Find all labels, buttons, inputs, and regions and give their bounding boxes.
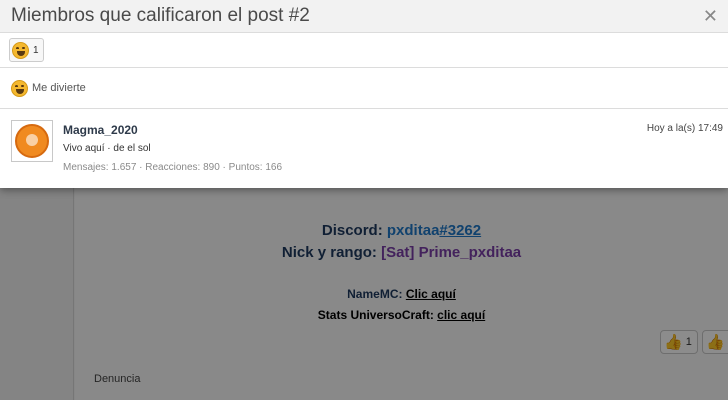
- modal-title: Miembros que calificaron el post #2: [11, 5, 310, 26]
- reaction-label: Me divierte: [32, 82, 86, 94]
- reactions-modal: Miembros que calificaron el post #2 ✕ 1 …: [0, 0, 728, 188]
- member-stats: Mensajes: 1.657 · Reacciones: 890 · Punt…: [63, 162, 283, 173]
- modal-header: Miembros que calificaron el post #2 ✕: [0, 0, 728, 33]
- laughing-emoji-icon: [12, 41, 29, 59]
- close-icon[interactable]: ✕: [703, 6, 718, 27]
- laughing-emoji-icon: [11, 79, 28, 97]
- reaction-time: Hoy a la(s) 17:49: [646, 123, 723, 134]
- reaction-count: 1: [33, 44, 39, 56]
- reaction-tabs: 1: [0, 33, 728, 68]
- member-name[interactable]: Magma_2020: [63, 123, 282, 137]
- member-row: Magma_2020 Vivo aquí · de el sol Mensaje…: [0, 109, 728, 185]
- member-info: Magma_2020 Vivo aquí · de el sol Mensaje…: [63, 120, 282, 174]
- tab-laughing-reaction[interactable]: 1: [9, 38, 44, 62]
- avatar-image: [15, 124, 49, 158]
- member-title: Vivo aquí · de el sol: [63, 143, 151, 154]
- reaction-section-header: Me divierte: [0, 68, 728, 109]
- avatar[interactable]: [11, 120, 53, 162]
